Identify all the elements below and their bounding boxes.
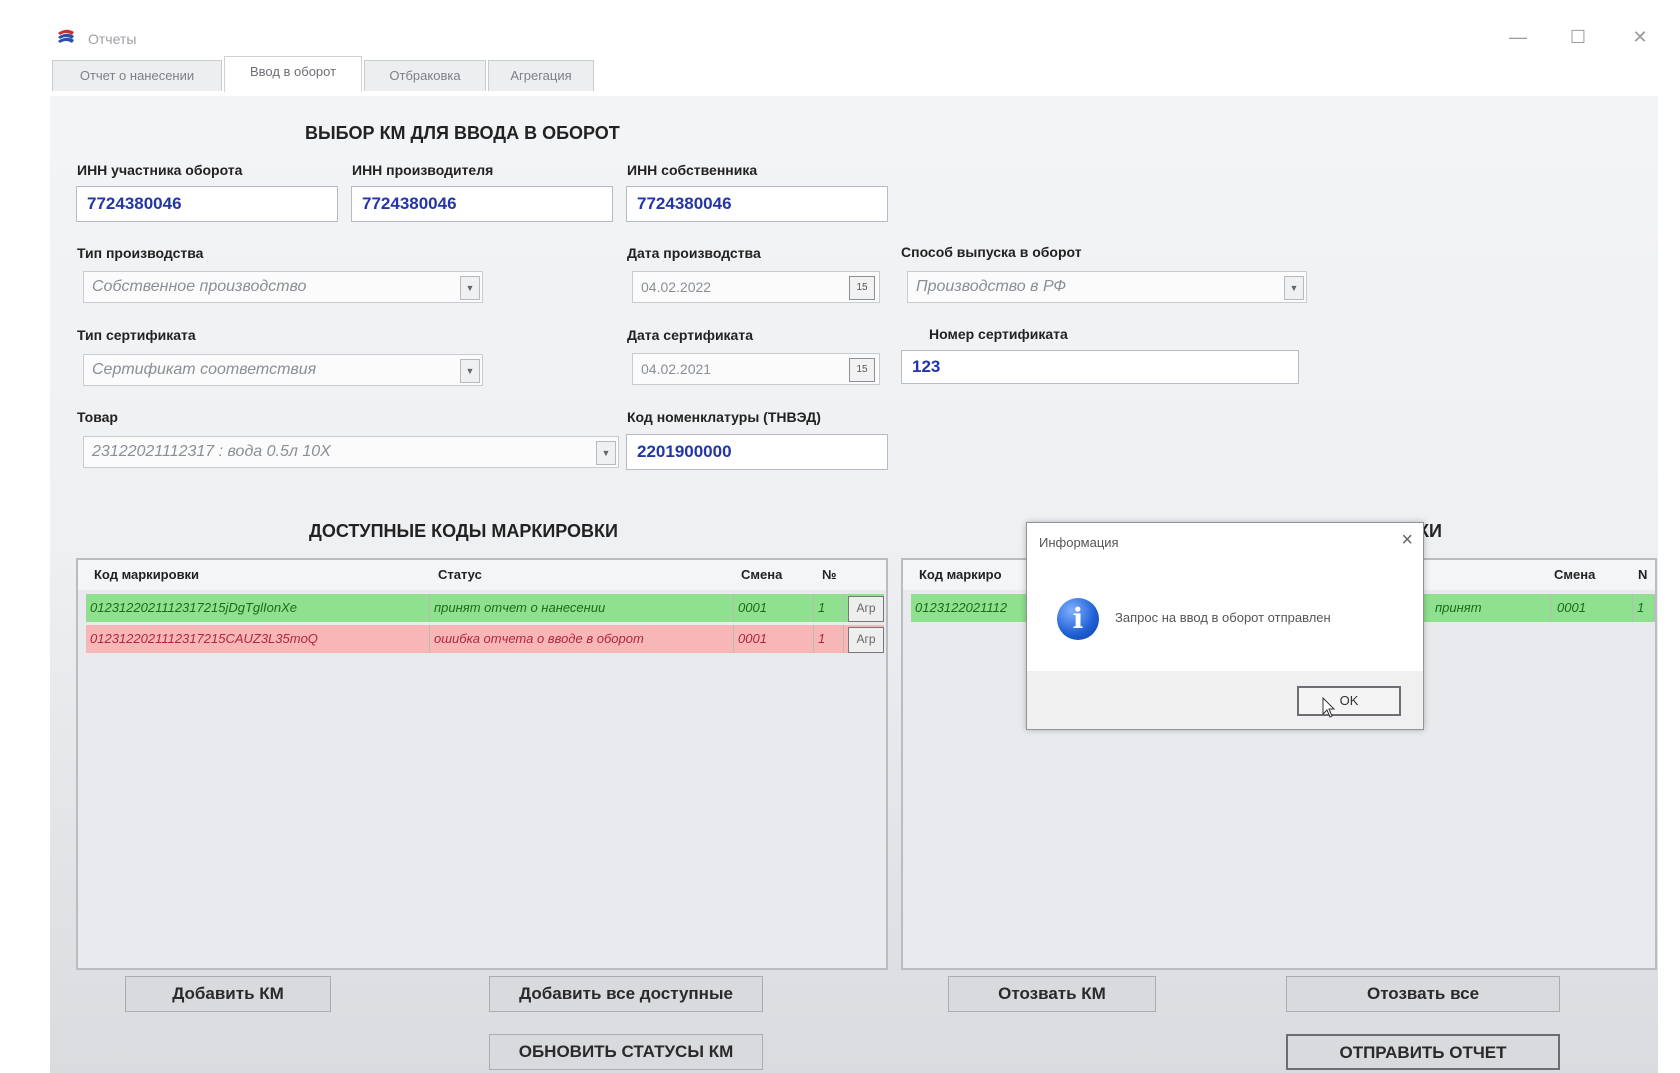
add-all-button[interactable]: Добавить все доступные xyxy=(489,976,763,1012)
status-cell: принят xyxy=(1431,594,1551,622)
production-type-label: Тип производства xyxy=(77,245,204,261)
shift-cell: 0001 xyxy=(734,594,814,622)
minimize-button[interactable]: — xyxy=(1500,22,1536,52)
code-cell: 0123122021112317215CAUZ3L35moQ xyxy=(86,625,430,653)
number-cell: 1 xyxy=(814,625,844,653)
shift-cell: 0001 xyxy=(1553,594,1633,622)
production-date-value: 04.02.2022 xyxy=(641,279,712,295)
table-row[interactable]: 0123122021112317215jDgTglIonXe принят от… xyxy=(86,594,884,622)
inn-participant-label: ИНН участника оборота xyxy=(77,162,243,178)
cert-number-input[interactable]: 123 xyxy=(901,350,1299,384)
column-header-status: Статус xyxy=(438,567,482,582)
cert-type-select[interactable]: Сертификат соответствия ▼ xyxy=(83,354,483,386)
shift-cell: 0001 xyxy=(734,625,814,653)
aggregate-button[interactable]: Агр xyxy=(848,627,884,653)
calendar-icon[interactable]: 15 xyxy=(849,358,875,382)
status-cell: принят отчет о нанесении xyxy=(430,594,734,622)
status-cell: ошибка отчета о вводе в оборот xyxy=(430,625,734,653)
send-report-button[interactable]: ОТПРАВИТЬ ОТЧЕТ xyxy=(1286,1034,1560,1070)
product-label: Товар xyxy=(77,409,118,425)
inn-producer-label: ИНН производителя xyxy=(352,162,494,178)
cert-date-picker[interactable]: 04.02.2021 15 xyxy=(632,353,880,385)
close-window-button[interactable]: ✕ xyxy=(1622,22,1658,52)
column-header-code: Код маркиро xyxy=(919,567,1002,582)
dialog-message: Запрос на ввод в оборот отправлен xyxy=(1115,610,1331,625)
release-method-select[interactable]: Производство в РФ ▼ xyxy=(907,271,1307,303)
number-cell: 1 xyxy=(814,594,844,622)
available-codes-table[interactable]: Код маркировки Статус Смена № 0123122021… xyxy=(76,558,888,970)
cert-date-label: Дата сертификата xyxy=(627,327,753,343)
aggregate-button[interactable]: Агр xyxy=(848,596,884,622)
tab-report-marking[interactable]: Отчет о нанесении xyxy=(52,60,222,91)
recall-all-button[interactable]: Отозвать все xyxy=(1286,976,1560,1012)
column-header-code: Код маркировки xyxy=(94,567,200,582)
tab-aggregation[interactable]: Агрегация xyxy=(488,60,594,91)
production-date-picker[interactable]: 04.02.2022 15 xyxy=(632,271,880,303)
chevron-down-icon[interactable]: ▼ xyxy=(1284,276,1304,300)
product-select[interactable]: 23122021112317 : вода 0.5л 10Х ▼ xyxy=(83,436,619,468)
production-date-label: Дата производства xyxy=(627,245,761,261)
ok-button[interactable]: OK xyxy=(1297,686,1401,716)
column-header-shift: Смена xyxy=(1554,567,1596,582)
window-title: Отчеты xyxy=(88,31,137,47)
release-method-value: Производство в РФ xyxy=(916,278,1067,295)
tnved-label: Код номенклатуры (ТНВЭД) xyxy=(627,409,821,425)
add-km-button[interactable]: Добавить КМ xyxy=(125,976,331,1012)
cert-number-label: Номер сертификата xyxy=(929,326,1068,342)
chevron-down-icon[interactable]: ▼ xyxy=(596,441,616,465)
column-header-shift: Смена xyxy=(741,567,783,582)
recall-km-button[interactable]: Отозвать КМ xyxy=(948,976,1156,1012)
maximize-button[interactable]: ☐ xyxy=(1560,22,1596,52)
code-cell: 0123122021112317215jDgTglIonXe xyxy=(86,594,430,622)
product-value: 23122021112317 : вода 0.5л 10Х xyxy=(92,443,331,460)
info-icon: i xyxy=(1057,598,1099,640)
app-logo-icon xyxy=(58,29,74,43)
chevron-down-icon[interactable]: ▼ xyxy=(460,359,480,383)
tab-rejection[interactable]: Отбраковка xyxy=(364,60,486,91)
close-icon[interactable]: × xyxy=(1401,529,1413,552)
form-heading: ВЫБОР КМ ДЛЯ ВВОДА В ОБОРОТ xyxy=(305,123,620,143)
refresh-statuses-button[interactable]: ОБНОВИТЬ СТАТУСЫ КМ xyxy=(489,1034,763,1070)
available-codes-heading: ДОСТУПНЫЕ КОДЫ МАРКИРОВКИ xyxy=(309,521,618,541)
inn-owner-label: ИНН собственника xyxy=(627,162,758,178)
column-header-number: N xyxy=(1638,567,1648,582)
mouse-cursor-icon xyxy=(1322,697,1336,718)
tnved-input[interactable]: 2201900000 xyxy=(626,434,888,470)
inn-participant-input[interactable]: 7724380046 xyxy=(76,186,338,222)
cert-date-value: 04.02.2021 xyxy=(641,361,712,377)
dialog-title: Информация xyxy=(1039,535,1119,550)
info-dialog: Информация × i Запрос на ввод в оборот о… xyxy=(1026,522,1424,730)
number-cell: 1 xyxy=(1633,594,1655,622)
release-method-label: Способ выпуска в оборот xyxy=(901,244,1082,260)
cert-type-label: Тип сертификата xyxy=(77,327,196,343)
production-type-value: Собственное производство xyxy=(92,278,307,295)
table-row[interactable]: 0123122021112317215CAUZ3L35moQ ошибка от… xyxy=(86,625,884,653)
calendar-icon[interactable]: 15 xyxy=(849,276,875,300)
inn-owner-input[interactable]: 7724380046 xyxy=(626,186,888,222)
inn-producer-input[interactable]: 7724380046 xyxy=(351,186,613,222)
column-header-number: № xyxy=(822,567,837,582)
chevron-down-icon[interactable]: ▼ xyxy=(460,276,480,300)
cert-type-value: Сертификат соответствия xyxy=(92,361,317,378)
table-header: Код маркировки Статус Смена № xyxy=(78,560,886,590)
tab-circulation[interactable]: Ввод в оборот xyxy=(224,56,362,92)
production-type-select[interactable]: Собственное производство ▼ xyxy=(83,271,483,303)
